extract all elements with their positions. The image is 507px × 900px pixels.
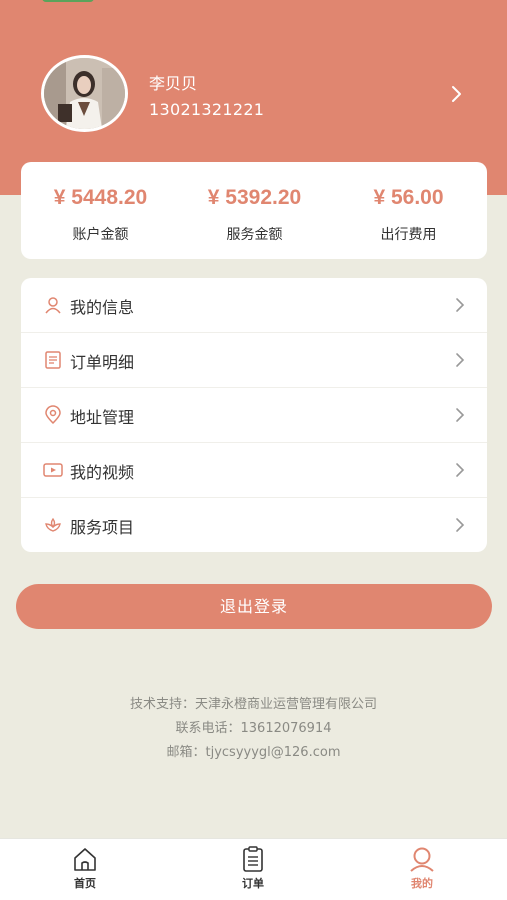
tab-mine[interactable]: 我的 xyxy=(382,845,462,891)
stat-label: 出行费用 xyxy=(380,227,437,243)
stat-travel-cost[interactable]: ¥ 56.00 出行费用 xyxy=(331,184,486,244)
user-name: 李贝贝 xyxy=(149,74,198,93)
tab-label: 首页 xyxy=(74,877,96,890)
avatar[interactable] xyxy=(41,55,128,132)
menu-list: 我的信息 订单明细 地址管理 我的视频 服务项目 xyxy=(21,278,487,552)
tech-support-text: 技术支持：天津永橙商业运营管理有限公司 xyxy=(129,697,377,712)
clipboard-icon xyxy=(243,846,263,872)
menu-label: 我的信息 xyxy=(70,298,135,317)
chevron-right-icon xyxy=(456,353,465,367)
stat-value: ¥ 5392.20 xyxy=(207,186,302,209)
chevron-right-icon xyxy=(456,298,465,312)
video-icon xyxy=(43,463,63,477)
menu-item-my-info[interactable]: 我的信息 xyxy=(21,278,487,333)
menu-label: 订单明细 xyxy=(70,353,135,372)
bottom-tab-bar: 首页 订单 我的 xyxy=(0,838,507,900)
stat-service-amount[interactable]: ¥ 5392.20 服务金额 xyxy=(177,184,332,244)
menu-item-my-videos[interactable]: 我的视频 xyxy=(21,443,487,498)
tab-label: 订单 xyxy=(242,877,264,890)
user-phone: 13021321221 xyxy=(149,100,265,119)
status-indicator xyxy=(42,0,94,2)
menu-item-service-items[interactable]: 服务项目 xyxy=(21,498,487,553)
stat-value: ¥ 5448.20 xyxy=(53,186,148,209)
menu-label: 我的视频 xyxy=(70,463,135,482)
lotus-icon xyxy=(45,517,61,532)
user-icon xyxy=(45,297,61,314)
logout-button[interactable]: 退出登录 xyxy=(16,584,492,629)
tab-label: 我的 xyxy=(411,877,433,890)
chevron-right-icon[interactable] xyxy=(448,84,466,104)
tab-home[interactable]: 首页 xyxy=(45,845,125,891)
email-text: 邮箱：tjycsyyygl@126.com xyxy=(166,745,341,760)
stat-value: ¥ 56.00 xyxy=(373,186,444,209)
location-pin-icon xyxy=(45,405,61,425)
stat-account-amount[interactable]: ¥ 5448.20 账户金额 xyxy=(23,184,178,244)
menu-label: 地址管理 xyxy=(70,408,135,427)
menu-label: 服务项目 xyxy=(70,518,135,537)
account-stats-card: ¥ 5448.20 账户金额 ¥ 5392.20 服务金额 ¥ 56.00 出行… xyxy=(21,162,487,259)
stat-label: 账户金额 xyxy=(72,227,129,243)
menu-item-address-management[interactable]: 地址管理 xyxy=(21,388,487,443)
menu-item-order-details[interactable]: 订单明细 xyxy=(21,333,487,388)
profile-icon xyxy=(410,847,434,872)
chevron-right-icon xyxy=(456,408,465,422)
chevron-right-icon xyxy=(456,518,465,532)
stat-label: 服务金额 xyxy=(226,227,283,243)
receipt-icon xyxy=(45,351,61,369)
contact-phone-text: 联系电话：13612076914 xyxy=(175,721,332,736)
chevron-right-icon xyxy=(456,463,465,477)
home-icon xyxy=(74,848,96,871)
tab-orders[interactable]: 订单 xyxy=(213,845,293,891)
